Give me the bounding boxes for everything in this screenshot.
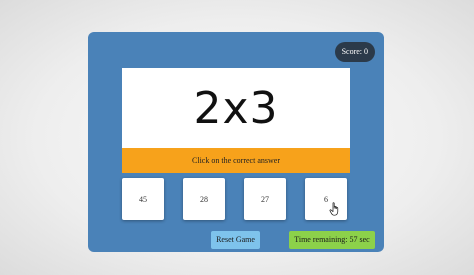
question-box: 2x3 bbox=[122, 68, 350, 148]
instruction-bar: Click on the correct answer bbox=[122, 148, 350, 173]
answer-choice-1[interactable]: 45 bbox=[122, 178, 164, 220]
time-remaining-badge: Time remaining: 57 sec bbox=[289, 231, 375, 249]
answer-choice-3[interactable]: 27 bbox=[244, 178, 286, 220]
answer-choice-2[interactable]: 28 bbox=[183, 178, 225, 220]
question-text: 2x3 bbox=[193, 82, 279, 134]
reset-game-button[interactable]: Reset Game bbox=[211, 231, 260, 249]
hand-pointer-icon bbox=[329, 202, 339, 216]
score-badge: Score: 0 bbox=[334, 42, 375, 62]
game-panel: Score: 0 2x3 Click on the correct answer… bbox=[88, 32, 384, 252]
